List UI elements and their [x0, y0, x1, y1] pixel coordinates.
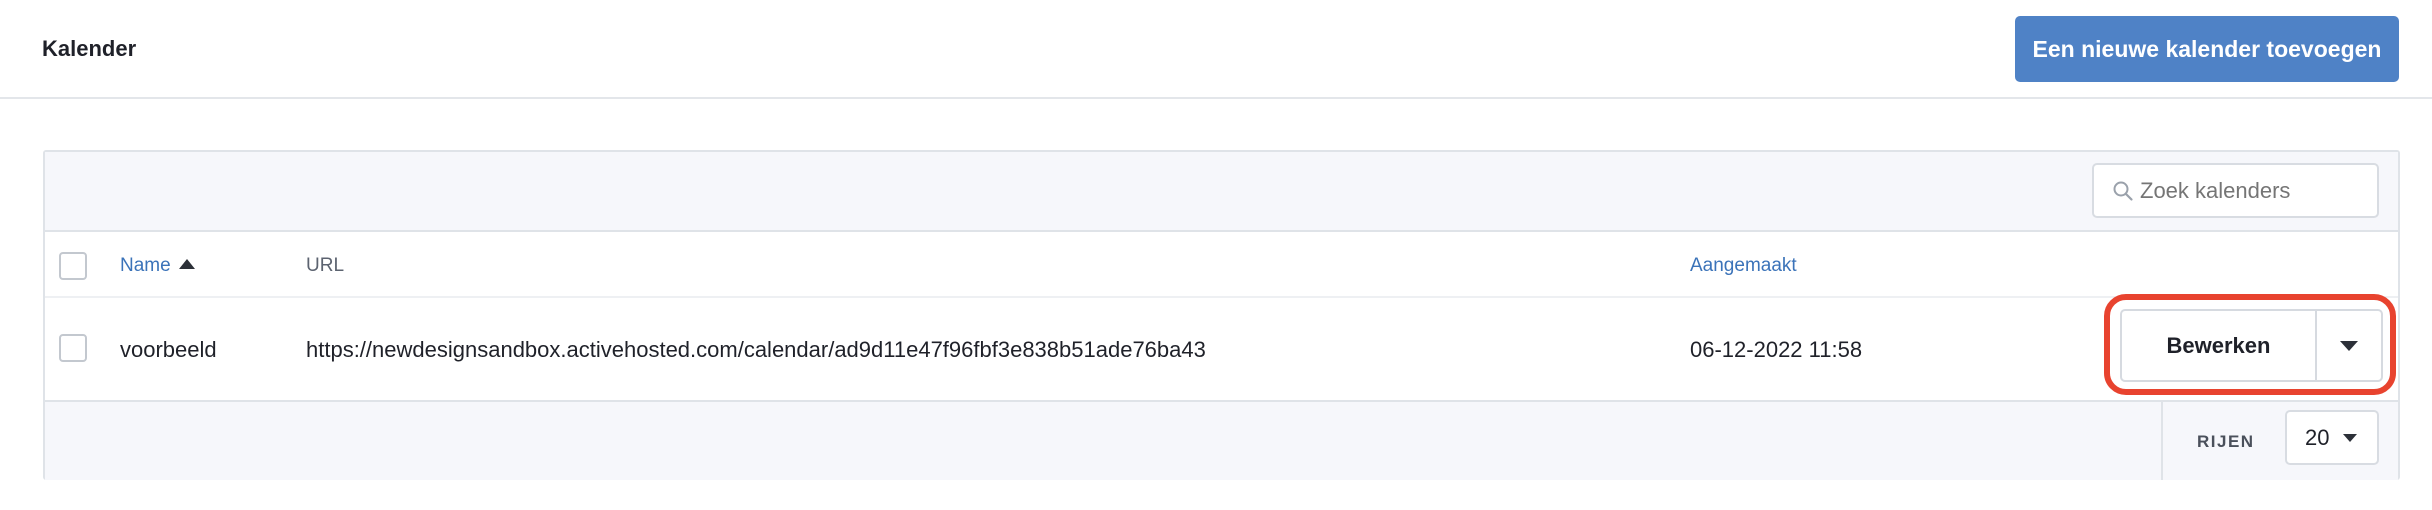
rows-per-page-value: 20: [2305, 424, 2330, 450]
calendar-name: voorbeeld: [120, 337, 217, 362]
calendar-url: https://newdesignsandbox.activehosted.co…: [306, 337, 1206, 362]
table-footer: RIJEN 20: [45, 402, 2398, 480]
column-header-url: URL: [306, 255, 345, 276]
search-icon: [2110, 178, 2136, 204]
row-checkbox[interactable]: [59, 334, 87, 362]
rows-per-page-label: RIJEN: [2197, 432, 2255, 451]
column-header-name[interactable]: Name: [120, 254, 195, 278]
page-title: Kalender: [42, 36, 137, 61]
search-field[interactable]: [2092, 163, 2379, 218]
edit-button[interactable]: Bewerken: [2122, 311, 2317, 380]
select-all-checkbox[interactable]: [59, 252, 87, 280]
add-calendar-button[interactable]: Een nieuwe kalender toevoegen: [2015, 16, 2399, 82]
calendars-table: Name URL Aangemaakt voorbeeld https://ne…: [43, 150, 2400, 480]
column-header-name-label: Name: [120, 255, 171, 276]
calendar-created-date: 06-12-2022 11:58: [1690, 337, 1863, 362]
table-row: voorbeeld https://newdesignsandbox.activ…: [45, 298, 2398, 402]
footer-divider: [2161, 402, 2163, 480]
sort-ascending-icon: [178, 258, 195, 269]
table-toolbar: [45, 152, 2398, 232]
page-header: Kalender Een nieuwe kalender toevoegen: [0, 0, 2432, 99]
search-input[interactable]: [2140, 177, 2360, 204]
more-actions-button[interactable]: [2317, 311, 2381, 380]
column-header-created[interactable]: Aangemaakt: [1690, 254, 1797, 278]
rows-per-page-select[interactable]: 20: [2285, 410, 2379, 465]
edit-split-button: Bewerken: [2120, 309, 2383, 382]
table-header: Name URL Aangemaakt: [45, 232, 2398, 298]
chevron-down-icon: [2343, 433, 2358, 442]
caret-down-icon: [2340, 340, 2358, 351]
